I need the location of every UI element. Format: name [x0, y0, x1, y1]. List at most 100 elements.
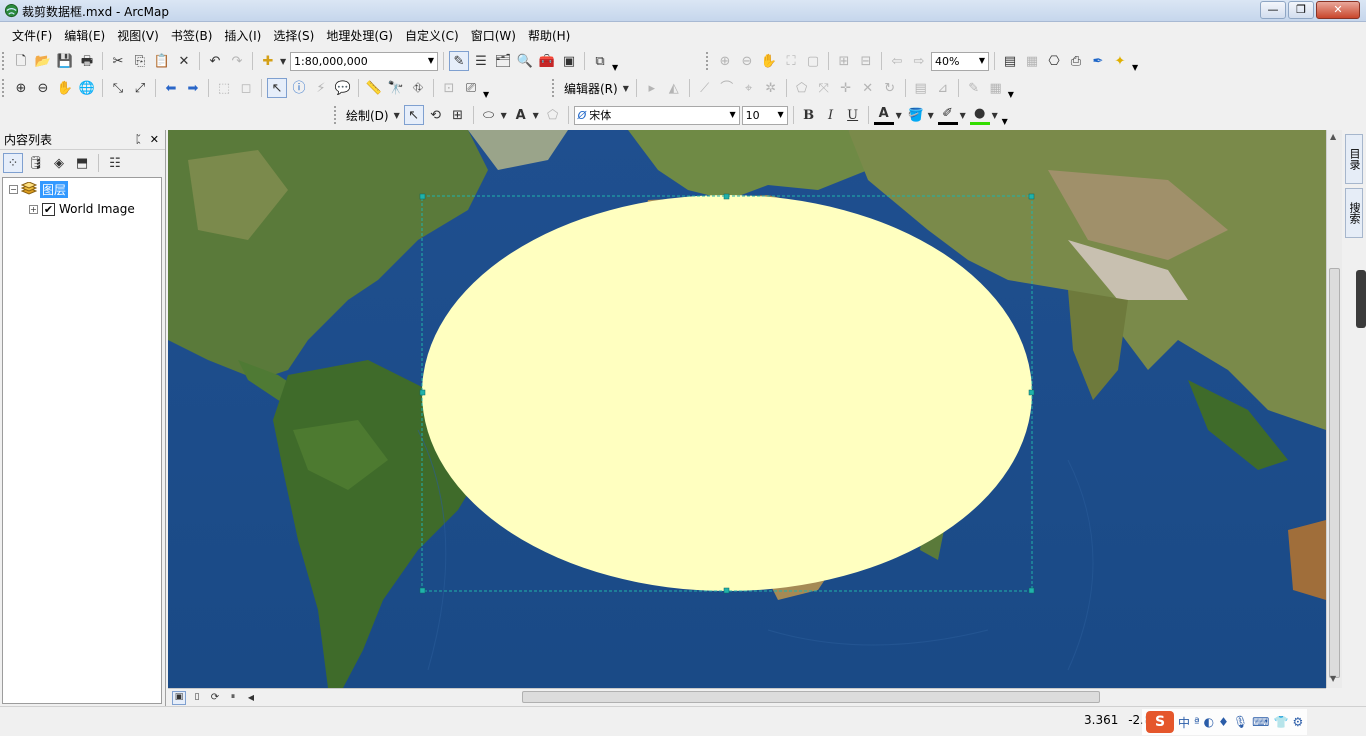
- ime-settings-icon[interactable]: ⚙: [1292, 715, 1303, 729]
- list-by-drawing-order-icon[interactable]: ⁘: [3, 153, 23, 173]
- options-icon[interactable]: ☷: [105, 153, 125, 173]
- fixed-zoom-in-icon[interactable]: ⤡: [108, 78, 128, 98]
- vertical-scrollbar[interactable]: ▲ ▼: [1326, 130, 1342, 688]
- reshape-icon[interactable]: ⤧: [814, 78, 834, 98]
- undo-icon[interactable]: ↶: [205, 51, 225, 71]
- toolbar-grip[interactable]: [2, 52, 6, 70]
- change-layout-icon[interactable]: ⎔: [1044, 51, 1064, 71]
- menu-file[interactable]: 文件(F): [6, 27, 58, 44]
- font-color-icon[interactable]: A: [873, 105, 894, 125]
- fill-color-icon[interactable]: 🪣: [906, 105, 926, 125]
- menu-customize[interactable]: 自定义(C): [399, 27, 465, 44]
- text-tool-icon[interactable]: A: [511, 105, 531, 125]
- collapse-icon[interactable]: −: [9, 184, 18, 194]
- previous-extent-icon[interactable]: ⬅: [161, 78, 181, 98]
- python-window-icon[interactable]: ▣: [559, 51, 579, 71]
- scroll-down-icon[interactable]: ▼: [1330, 674, 1336, 683]
- search-tab[interactable]: 搜索: [1345, 188, 1363, 238]
- zoom-100-icon[interactable]: ▢: [803, 51, 823, 71]
- scroll-left-icon[interactable]: ◀: [244, 691, 258, 705]
- rotate-icon[interactable]: ↻: [880, 78, 900, 98]
- catalog-window-icon[interactable]: 🗂: [493, 51, 513, 71]
- identify-icon[interactable]: ⓘ: [289, 78, 309, 98]
- font-combo[interactable]: Ø 宋体 ▼: [573, 105, 740, 125]
- edit-tool-icon[interactable]: ▸: [642, 78, 662, 98]
- menu-edit[interactable]: 编辑(E): [58, 27, 111, 44]
- menu-bookmarks[interactable]: 书签(B): [165, 27, 219, 44]
- expand-icon[interactable]: +: [29, 204, 38, 214]
- editor-menu[interactable]: 编辑器(R): [561, 80, 621, 97]
- map-scale-combo[interactable]: 1:80,000,000 ▼: [290, 51, 438, 71]
- close-button[interactable]: ✕: [1316, 1, 1360, 19]
- go-forward-extent-icon[interactable]: ⇨: [909, 51, 929, 71]
- rotate-element-icon[interactable]: ⟲: [426, 105, 446, 125]
- cut-icon[interactable]: ✂: [108, 51, 128, 71]
- draw-menu[interactable]: 绘制(D): [343, 107, 392, 124]
- tree-row-layer[interactable]: + ✔ World Image: [29, 200, 135, 218]
- list-by-visibility-icon[interactable]: ◈: [49, 153, 69, 173]
- draw-dropdown-icon[interactable]: ▼: [394, 111, 402, 120]
- toolbar-grip[interactable]: [706, 52, 710, 70]
- sketch-properties-icon[interactable]: ⊿: [933, 78, 953, 98]
- ellipse-graphic[interactable]: [422, 195, 1032, 591]
- search-window-icon[interactable]: 🔍: [515, 51, 535, 71]
- toolbar-grip[interactable]: [2, 79, 6, 97]
- shape-dropdown-icon[interactable]: ▼: [501, 111, 509, 120]
- underline-button[interactable]: U: [843, 105, 863, 125]
- straight-segment-icon[interactable]: ⟋: [695, 78, 715, 98]
- toggle-draft-mode-icon[interactable]: ▤: [1000, 51, 1020, 71]
- edit-vertices-icon[interactable]: ⬠: [792, 78, 812, 98]
- select-features-icon[interactable]: ⬚: [214, 78, 234, 98]
- pin-icon[interactable]: ᛈ: [135, 133, 142, 146]
- list-by-selection-icon[interactable]: ⬒: [72, 153, 92, 173]
- paste-icon[interactable]: 📋: [152, 51, 172, 71]
- attributes-icon[interactable]: ▤: [911, 78, 931, 98]
- menu-insert[interactable]: 插入(I): [218, 27, 267, 44]
- maximize-button[interactable]: ❐: [1288, 1, 1314, 19]
- data-view-icon[interactable]: ▣: [172, 690, 186, 705]
- go-back-extent-icon[interactable]: ⇦: [887, 51, 907, 71]
- zoom-out-icon[interactable]: ⊖: [33, 78, 53, 98]
- layout-pan-icon[interactable]: ✋: [759, 51, 779, 71]
- pan-icon[interactable]: ✋: [55, 78, 75, 98]
- print-icon[interactable]: 🖶: [77, 51, 97, 71]
- go-to-xy-icon[interactable]: ⊡: [439, 78, 459, 98]
- arctoolbox-icon[interactable]: 🧰: [537, 51, 557, 71]
- split-icon[interactable]: ✕: [858, 78, 878, 98]
- delete-icon[interactable]: ✕: [174, 51, 194, 71]
- menu-help[interactable]: 帮助(H): [522, 27, 576, 44]
- trace-icon[interactable]: ⌖: [739, 78, 759, 98]
- focus-data-frame-icon[interactable]: ▦: [1022, 51, 1042, 71]
- hyperlink-icon[interactable]: ⚡: [311, 78, 331, 98]
- measure-icon[interactable]: 📏: [364, 78, 384, 98]
- list-by-source-icon[interactable]: 🛢: [26, 153, 46, 173]
- select-elements-icon[interactable]: ↖: [403, 105, 424, 125]
- layout-zoom-out-icon[interactable]: ⊖: [737, 51, 757, 71]
- marker-color-dropdown-icon[interactable]: ▼: [992, 111, 1000, 120]
- toolbar-options-icon[interactable]: ▼: [483, 90, 491, 99]
- table-of-contents-icon[interactable]: ☰: [471, 51, 491, 71]
- endpoint-arc-icon[interactable]: ⌒: [717, 78, 737, 98]
- select-elements-icon[interactable]: ↖: [267, 78, 287, 98]
- fill-color-dropdown-icon[interactable]: ▼: [928, 111, 936, 120]
- fixed-zoom-in-icon[interactable]: ⊞: [834, 51, 854, 71]
- ime-emoji-icon[interactable]: ♦: [1218, 715, 1229, 729]
- toolbar-grip[interactable]: [334, 106, 338, 124]
- tree-row-root[interactable]: − 图层: [9, 180, 69, 198]
- fixed-zoom-out-icon[interactable]: ⤢: [130, 78, 150, 98]
- layer-name[interactable]: World Image: [59, 202, 135, 216]
- clear-selection-icon[interactable]: ◻: [236, 78, 256, 98]
- map-view[interactable]: [168, 130, 1326, 688]
- ime-punctuation-icon[interactable]: ª: [1194, 715, 1200, 729]
- data-driven-pages-icon[interactable]: ⎙: [1066, 51, 1086, 71]
- ime-voice-icon[interactable]: 🎙: [1233, 715, 1248, 729]
- marker-color-icon[interactable]: ●: [969, 105, 990, 125]
- zoom-whole-page-icon[interactable]: ⛶: [781, 51, 801, 71]
- open-folder-icon[interactable]: 📂: [33, 51, 53, 71]
- font-color-dropdown-icon[interactable]: ▼: [896, 111, 904, 120]
- sogou-logo-icon[interactable]: S: [1146, 711, 1174, 733]
- menu-view[interactable]: 视图(V): [111, 27, 165, 44]
- bulb-icon[interactable]: ✦: [1110, 51, 1130, 71]
- open-time-slider-icon[interactable]: ⎚: [461, 78, 481, 98]
- pause-drawing-icon[interactable]: ⏸: [226, 691, 240, 705]
